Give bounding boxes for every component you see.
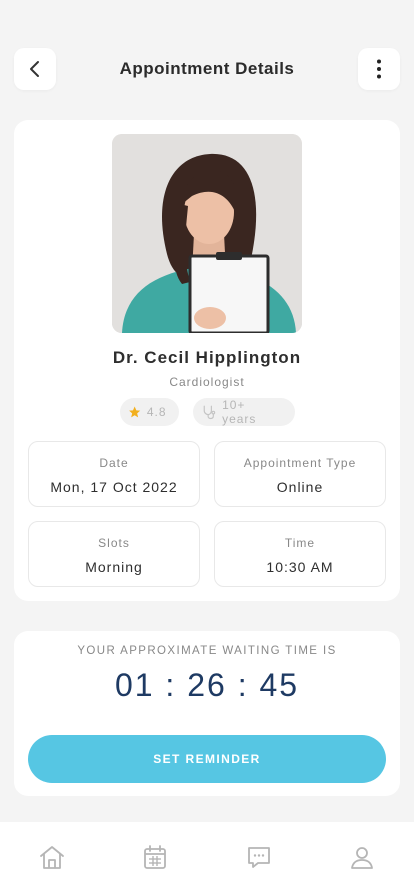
doctor-photo: [112, 134, 302, 333]
set-reminder-button[interactable]: SET REMINDER: [28, 735, 386, 783]
star-icon: [128, 406, 140, 418]
time-value: 10:30 AM: [266, 559, 334, 575]
back-button[interactable]: [14, 48, 56, 90]
slots-box: Slots Morning: [28, 521, 200, 587]
doctor-badges: 4.8 10+ years: [14, 398, 400, 426]
more-vertical-icon: [376, 59, 381, 79]
nav-calendar[interactable]: [135, 837, 175, 877]
rating-value: 4.8: [146, 405, 167, 419]
appointment-type-value: Online: [276, 479, 324, 495]
bottom-navigation: [0, 822, 414, 896]
waiting-time-label: YOUR APPROXIMATE WAITING TIME IS: [77, 645, 337, 657]
doctor-specialty: Cardiologist: [169, 375, 245, 389]
stethoscope-icon: [203, 405, 215, 420]
doctor-card: Dr. Cecil Hipplington Cardiologist 4.8 1…: [14, 120, 400, 601]
date-box: Date Mon, 17 Oct 2022: [28, 441, 200, 507]
page-title: Appointment Details: [119, 59, 295, 78]
waiting-time-card: YOUR APPROXIMATE WAITING TIME IS 01 : 26…: [14, 631, 400, 796]
nav-home[interactable]: [32, 837, 72, 877]
slots-value: Morning: [85, 559, 143, 575]
nav-profile[interactable]: [342, 837, 382, 877]
home-icon: [39, 846, 64, 869]
appointment-type-box: Appointment Type Online: [214, 441, 386, 507]
experience-badge: 10+ years: [192, 398, 295, 426]
header: Appointment Details: [14, 48, 400, 90]
chat-icon: [247, 847, 270, 868]
time-box: Time 10:30 AM: [214, 521, 386, 587]
experience-value: 10+ years: [222, 398, 257, 426]
calendar-icon: [144, 845, 167, 869]
appointment-type-label: Appointment Type: [243, 456, 357, 470]
nav-messages[interactable]: [239, 837, 279, 877]
waiting-time-countdown: 01 : 26 : 45: [114, 667, 300, 703]
date-value: Mon, 17 Oct 2022: [50, 479, 178, 495]
profile-icon: [351, 847, 374, 869]
slots-label: Slots: [98, 536, 130, 550]
more-options-button[interactable]: [357, 48, 400, 90]
time-label: Time: [284, 536, 316, 550]
date-label: Date: [99, 456, 129, 470]
doctor-name: Dr. Cecil Hipplington: [112, 348, 302, 367]
chevron-left-icon: [30, 61, 39, 77]
rating-badge: 4.8: [119, 398, 179, 426]
